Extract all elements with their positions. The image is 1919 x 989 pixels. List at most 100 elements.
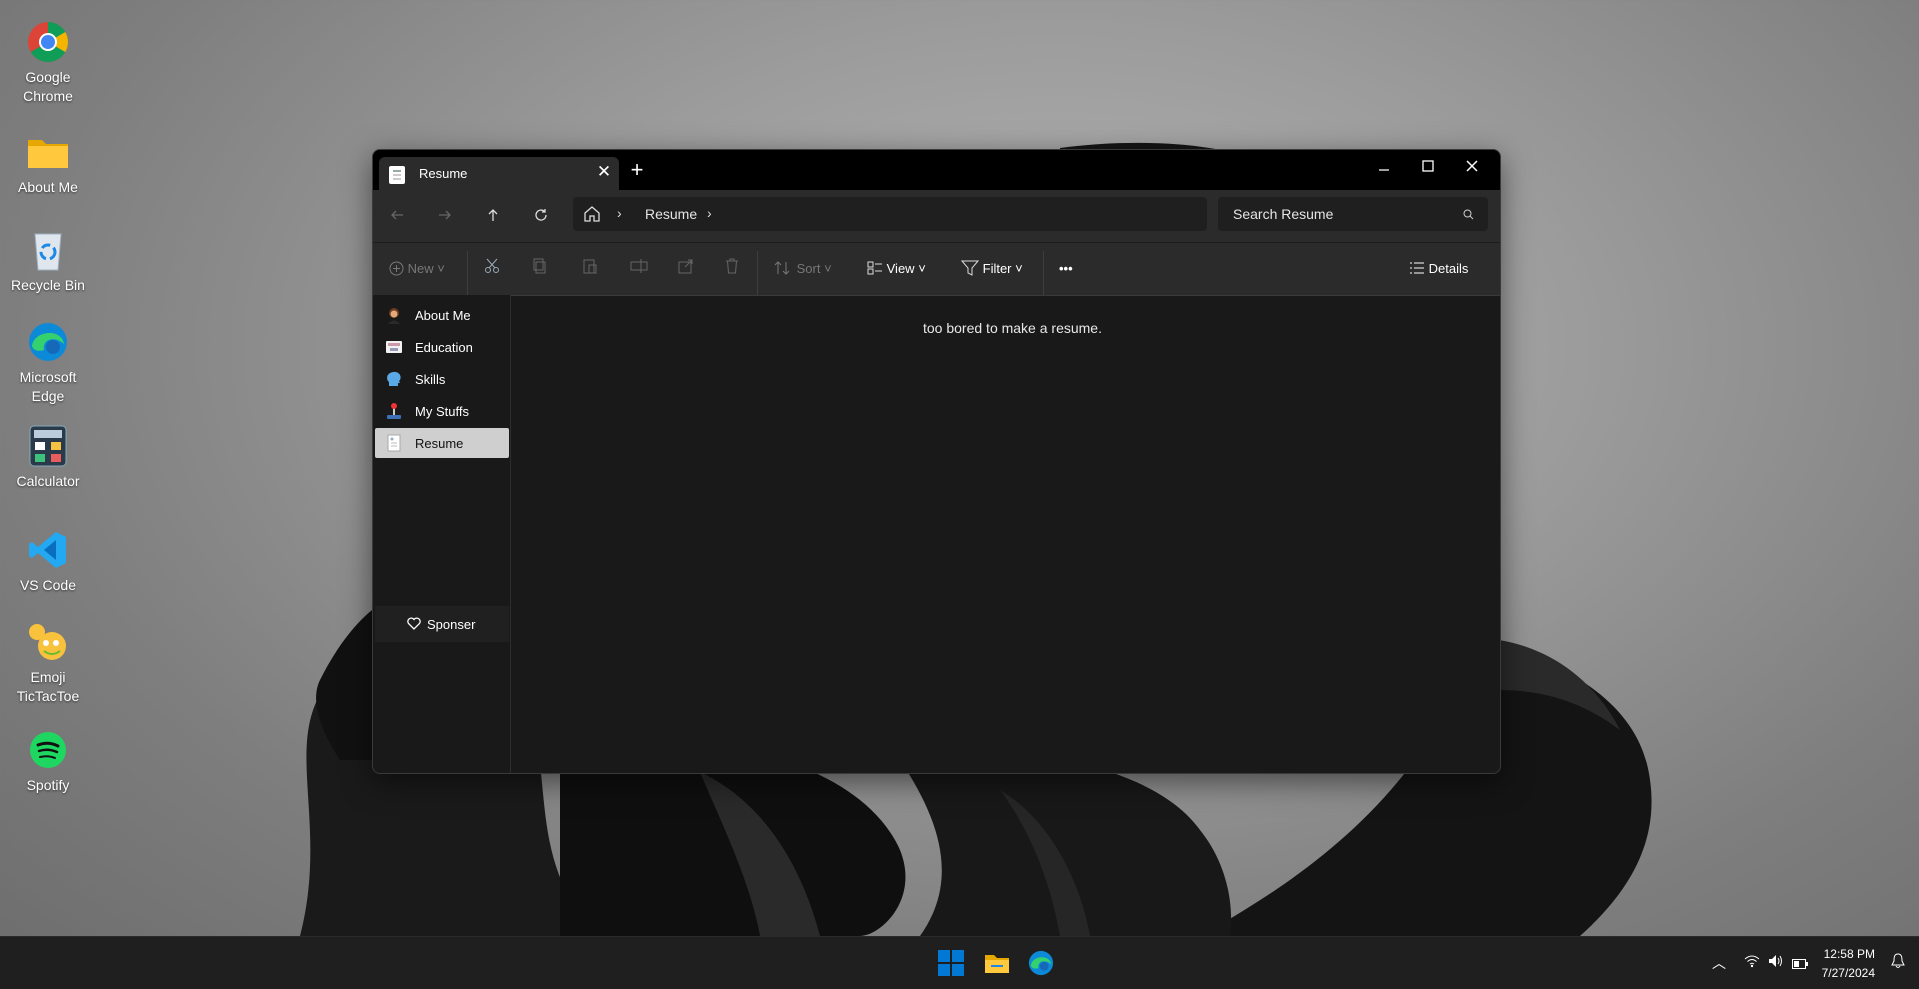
sidebar-item-education[interactable]: Education <box>375 332 509 362</box>
desktop-icon-label: VS Code <box>19 577 77 593</box>
taskbar-file-explorer[interactable] <box>983 949 1011 977</box>
edge-icon <box>1028 950 1054 976</box>
close-window-button[interactable] <box>1450 154 1494 182</box>
view-icon <box>867 261 882 275</box>
sidebar-item-label: My Stuffs <box>415 404 469 419</box>
desktop-icon-label: Calculator <box>16 473 80 489</box>
desktop-icon-calculator[interactable]: Calculator <box>8 424 88 491</box>
copy-icon <box>533 258 546 274</box>
arrow-right-icon <box>439 210 451 220</box>
share-icon <box>678 259 693 274</box>
clipboard-icon <box>583 259 597 274</box>
sidebar-item-my-stuffs[interactable]: My Stuffs <box>375 396 509 426</box>
breadcrumb-resume[interactable]: Resume <box>645 206 697 222</box>
trash-icon <box>726 258 738 274</box>
desktop-icon-chrome[interactable]: Google Chrome <box>8 20 88 106</box>
clock-date: 7/27/2024 <box>1821 966 1875 980</box>
folder-icon <box>28 140 68 168</box>
filter-button[interactable]: Filter ˅ <box>960 257 1023 281</box>
wifi-icon[interactable] <box>1744 954 1760 973</box>
folder-icon <box>985 955 1009 973</box>
battery-icon[interactable] <box>1792 956 1808 974</box>
minimize-icon <box>1379 169 1389 171</box>
desktop-icon-vscode[interactable]: VS Code <box>8 528 88 595</box>
scissors-icon <box>485 258 499 273</box>
sidebar-item-label: Skills <box>415 372 446 387</box>
share-button[interactable] <box>677 257 695 281</box>
desktop-icon-edge[interactable]: Microsoft Edge <box>8 320 88 406</box>
more-options-button[interactable]: ••• <box>1059 257 1073 281</box>
navigation-bar: › Resume › Search Resume <box>373 190 1500 242</box>
desktop-icon-recycle-bin[interactable]: Recycle Bin <box>8 228 88 295</box>
paste-button[interactable] <box>581 257 599 281</box>
sidebar-item-skills[interactable]: Skills <box>375 364 509 394</box>
minimize-button[interactable] <box>1362 154 1406 182</box>
desktop-icon-label: Google Chrome <box>23 69 73 104</box>
up-button[interactable] <box>479 203 507 231</box>
delete-button[interactable] <box>723 257 741 281</box>
refresh-button[interactable] <box>527 203 555 231</box>
close-tab-icon[interactable]: ✕ <box>595 163 613 181</box>
spotify-icon <box>30 732 66 768</box>
brain-icon <box>387 371 401 386</box>
sidebar-item-label: About Me <box>415 308 471 323</box>
sort-label: Sort <box>796 261 821 276</box>
filter-label: Filter <box>982 261 1012 276</box>
maximize-icon <box>1422 160 1434 172</box>
desktop-icon-label: Emoji TicTacToe <box>16 669 80 704</box>
tab-resume[interactable]: Resume ✕ <box>379 157 619 190</box>
back-button[interactable] <box>383 203 411 231</box>
sidebar-item-about-me[interactable]: About Me <box>375 300 509 330</box>
desktop-icon-label: Microsoft Edge <box>19 369 77 404</box>
forward-button[interactable] <box>431 203 459 231</box>
desktop-icon-spotify[interactable]: Spotify <box>8 728 88 795</box>
windows-icon <box>938 950 964 976</box>
new-button[interactable]: New ˅ <box>389 257 445 281</box>
sort-button[interactable]: Sort ˅ <box>773 257 832 281</box>
edge-icon <box>29 323 67 361</box>
filter-icon <box>960 260 980 276</box>
heart-icon <box>407 617 421 630</box>
chevron-up-icon[interactable]: ︿ <box>1712 953 1726 973</box>
refresh-icon <box>535 209 547 221</box>
chevron-right-icon[interactable]: › <box>707 205 712 221</box>
desktop-icon-about-me[interactable]: About Me <box>8 130 88 197</box>
taskbar-edge[interactable] <box>1027 949 1055 977</box>
sponsor-label: Sponser <box>427 617 476 632</box>
volume-icon[interactable] <box>1768 954 1784 973</box>
search-box[interactable]: Search Resume <box>1218 197 1488 231</box>
education-icon <box>386 341 402 353</box>
cut-button[interactable] <box>483 257 501 281</box>
view-button[interactable]: View ˅ <box>867 257 926 281</box>
view-label: View <box>886 261 915 276</box>
notification-bell-icon[interactable] <box>1891 953 1905 974</box>
copy-button[interactable] <box>531 257 549 281</box>
sidebar-item-resume[interactable]: Resume <box>375 428 509 458</box>
maximize-button[interactable] <box>1406 154 1450 182</box>
plus-circle-icon <box>389 261 404 276</box>
rename-button[interactable] <box>629 257 649 281</box>
rename-icon <box>630 259 648 273</box>
clock-time: 12:58 PM <box>1823 947 1875 961</box>
start-button[interactable] <box>938 950 964 976</box>
details-button[interactable]: Details <box>1409 257 1468 281</box>
clock[interactable]: 12:58 PM 7/27/2024 <box>1822 945 1875 983</box>
taskbar: ︿ 12:58 PM 7/27/2024 <box>0 936 1919 989</box>
sponsor-button[interactable]: Sponser <box>375 606 509 642</box>
avatar-icon <box>388 308 400 324</box>
sidebar-item-label: Education <box>415 340 473 355</box>
title-bar: Resume ✕ + <box>373 150 1500 190</box>
search-input[interactable]: Search Resume <box>1233 206 1333 222</box>
divider <box>757 251 758 295</box>
new-tab-button[interactable]: + <box>625 158 649 182</box>
address-bar[interactable]: › Resume › <box>573 197 1207 231</box>
home-icon <box>584 206 600 222</box>
new-label: New <box>407 261 434 276</box>
arrow-up-icon <box>488 209 498 221</box>
chrome-icon <box>28 22 68 62</box>
document-icon <box>387 434 401 452</box>
desktop-icon-emoji-tictactoe[interactable]: Emoji TicTacToe <box>8 620 88 706</box>
desktop-icon-label: About Me <box>18 179 78 195</box>
vscode-icon <box>29 532 66 568</box>
calculator-icon <box>29 425 67 467</box>
